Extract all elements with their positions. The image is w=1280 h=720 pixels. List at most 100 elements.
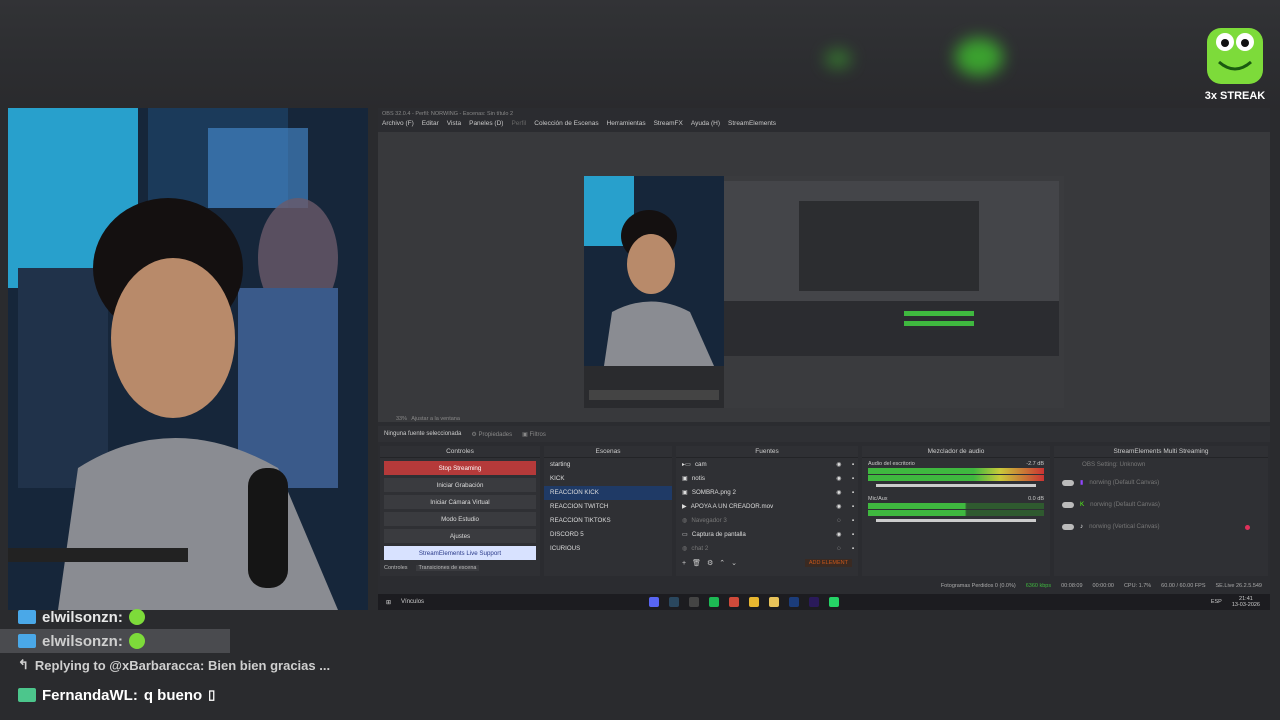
menu-coleccion-escenas[interactable]: Colección de Escenas — [534, 120, 598, 132]
scene-item[interactable]: REACCION TWITCH — [544, 500, 672, 514]
toggle-switch[interactable] — [1062, 480, 1074, 486]
source-item[interactable]: ▸▭ cam ◉ ▪ — [676, 458, 858, 472]
scene-item[interactable]: starting — [544, 458, 672, 472]
studio-mode-button[interactable]: Modo Estudio — [384, 512, 536, 526]
image-icon: ▣ — [682, 475, 688, 482]
menu-ayuda[interactable]: Ayuda (H) — [691, 120, 720, 132]
multistream-row[interactable]: ♪ norwing (Vertical Canvas) — [1054, 516, 1268, 538]
source-item[interactable]: ▣ SOMBRA.png 2 ◉ ▪ — [676, 486, 858, 500]
eye-icon[interactable]: ◉ — [834, 500, 844, 514]
background-top — [0, 0, 1280, 110]
menu-streamelements[interactable]: StreamElements — [728, 120, 776, 132]
multistream-row[interactable]: ▮ norwing (Default Canvas) — [1054, 472, 1268, 494]
source-item[interactable]: ◍ Navegador 3 ◌ ▪ — [676, 514, 858, 528]
volume-slider[interactable] — [876, 519, 1036, 522]
background-green-glow — [955, 38, 1003, 76]
lock-icon[interactable]: ▪ — [848, 514, 858, 528]
toggle-switch[interactable] — [1062, 524, 1074, 530]
language[interactable]: ESP — [1211, 599, 1222, 605]
clock[interactable]: 21:41 13-03-2026 — [1232, 596, 1260, 608]
source-item[interactable]: ▣ notis ◉ ▪ — [676, 472, 858, 486]
chat-message: elwilsonzn: — [18, 605, 438, 629]
lock-icon[interactable]: ▪ — [848, 542, 858, 556]
source-item[interactable]: ◍ chat 2 ◌ ▪ — [676, 542, 858, 556]
steam-icon[interactable] — [669, 597, 680, 607]
multistream-row: OBS Setting: Unknown — [1082, 461, 1146, 468]
scene-item[interactable]: KICK — [544, 472, 672, 486]
lock-icon[interactable]: ▪ — [848, 472, 858, 486]
start-recording-button[interactable]: Iniciar Grabación — [384, 478, 536, 492]
virtual-camera-button[interactable]: Iniciar Cámara Virtual — [384, 495, 536, 509]
fps: 60.00 / 60.00 FPS — [1161, 583, 1206, 589]
photoshop-icon[interactable] — [789, 597, 800, 607]
zoom-label[interactable]: 33% Ajustar a la ventana — [396, 416, 460, 422]
lock-icon[interactable]: ▪ — [848, 500, 858, 514]
globe-icon: ◍ — [682, 545, 688, 552]
sources-dock: Fuentes ▸▭ cam ◉ ▪ ▣ notis ◉ ▪ ▣ SOMBRA.png 2 ◉ ▪… — [676, 446, 858, 576]
chat-message: FernandaWL: q bueno ▯ — [18, 683, 438, 707]
scene-item[interactable]: ICURIOUS — [544, 542, 672, 556]
properties-button[interactable]: ⚙ Propiedades — [471, 431, 512, 438]
discord-icon[interactable] — [649, 597, 660, 607]
lock-icon[interactable]: ▪ — [848, 528, 858, 542]
menu-editar[interactable]: Editar — [422, 120, 439, 132]
scene-item-selected[interactable]: REACCION KICK — [544, 486, 672, 500]
folder-icon[interactable] — [769, 597, 780, 607]
menu-vista[interactable]: Vista — [447, 120, 461, 132]
cpu-usage: CPU: 1.7% — [1123, 583, 1152, 589]
eye-icon[interactable]: ◉ — [834, 458, 844, 472]
stream-time: 00:08:09 — [1061, 583, 1083, 589]
eye-icon[interactable]: ◉ — [834, 486, 844, 500]
obs-window: OBS 32.0.4 - Perfil: NORWING - Escenas: … — [378, 108, 1270, 610]
eye-hidden-icon[interactable]: ◌ — [834, 542, 844, 556]
lock-icon[interactable]: ▪ — [848, 458, 858, 472]
settings-button[interactable]: Ajustes — [384, 529, 536, 543]
reply-text: Replying to @xBarbaracca: Bien bien grac… — [34, 657, 331, 673]
add-element-button[interactable]: ADD ELEMENT — [804, 559, 852, 567]
menu-perfil[interactable]: Perfil — [511, 120, 526, 132]
spotify-icon[interactable] — [709, 597, 720, 607]
stop-streaming-button[interactable]: Stop Streaming — [384, 461, 536, 475]
add-source-icon[interactable]: + — [682, 560, 686, 567]
menu-archivo[interactable]: Archivo (F) — [382, 120, 414, 132]
gear-icon[interactable]: ⚙ — [707, 559, 713, 567]
preview-area[interactable]: 33% Ajustar a la ventana — [378, 132, 1270, 422]
volume-slider[interactable] — [876, 484, 1036, 487]
menu-herramientas[interactable]: Herramientas — [607, 120, 646, 132]
twitch-icon: ▮ — [1080, 479, 1084, 486]
eye-hidden-icon[interactable]: ◌ — [834, 514, 844, 528]
scene-item[interactable]: REACCION TIKTOKS — [544, 514, 672, 528]
source-toolbar: Ninguna fuente seleccionada ⚙ Propiedade… — [378, 426, 1270, 442]
scene-item[interactable]: DISCORD 5 — [544, 528, 672, 542]
mixer-channel: Mic/Aux 0.0 dB — [862, 490, 1050, 522]
source-item[interactable]: ▭ Captura de pantalla ◉ ▪ — [676, 528, 858, 542]
live-support-button[interactable]: StreamElements Live Support — [384, 546, 536, 560]
tab-transitions[interactable]: Transiciones de escena — [415, 565, 480, 571]
filters-button[interactable]: ▣ Filtros — [522, 431, 546, 438]
obs-icon[interactable] — [689, 597, 700, 607]
chrome-icon[interactable] — [749, 597, 760, 607]
browser-icon[interactable] — [729, 597, 740, 607]
version: SE.Live 26.2.5.549 — [1215, 583, 1262, 589]
taskbar-apps — [644, 597, 844, 607]
menu-streamfx[interactable]: StreamFX — [654, 120, 683, 132]
rec-time: 00:00:00 — [1092, 583, 1114, 589]
volume-meter — [868, 510, 1044, 516]
lock-icon[interactable]: ▪ — [848, 486, 858, 500]
obs-title: OBS 32.0.4 - Perfil: NORWING - Escenas: … — [382, 111, 514, 117]
source-item[interactable]: ▶ APOYA A UN CREADOR.mov ◉ ▪ — [676, 500, 858, 514]
chevron-down-icon[interactable]: ⌄ — [731, 559, 737, 567]
menu-paneles[interactable]: Paneles (D) — [469, 120, 503, 132]
tab-controls[interactable]: Controles — [384, 565, 408, 571]
stream-preview[interactable] — [584, 176, 1064, 408]
multistream-row[interactable]: Knorwing (Default Canvas) — [1054, 494, 1268, 516]
unknown-glyph-icon: ▯ — [208, 687, 216, 702]
premiere-icon[interactable] — [809, 597, 820, 607]
remove-source-icon[interactable]: 🗑 — [692, 559, 701, 567]
chevron-up-icon[interactable]: ⌃ — [719, 559, 725, 567]
eye-icon[interactable]: ◉ — [834, 528, 844, 542]
whatsapp-icon[interactable] — [829, 597, 840, 607]
eye-icon[interactable]: ◉ — [834, 472, 844, 486]
folder-icon: ▸▭ — [682, 461, 691, 468]
toggle-switch[interactable] — [1062, 502, 1074, 508]
